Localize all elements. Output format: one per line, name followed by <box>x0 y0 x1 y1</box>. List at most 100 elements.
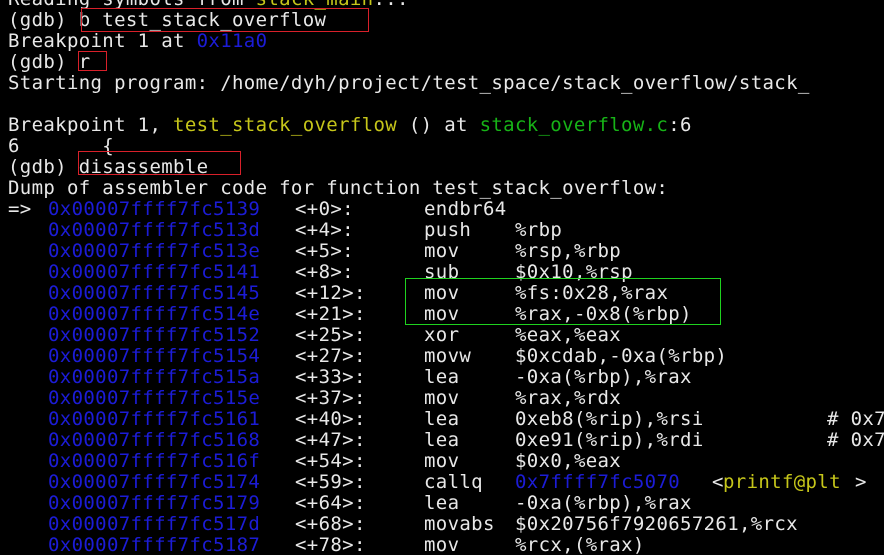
asm-mnemonic: xor <box>424 324 460 346</box>
asm-operands: %eax,%eax <box>515 324 622 346</box>
asm-row: => 0x00007ffff7fc5139 <+0>: endbr64 <box>0 199 884 220</box>
asm-mnemonic: mov <box>424 387 460 409</box>
asm-offset: <+5>: <box>295 240 354 262</box>
terminal-text: stack_overflow.c <box>479 114 669 136</box>
asm-operands: $0x0,%eax <box>515 450 622 472</box>
asm-address: 0x00007ffff7fc5152 <box>48 324 261 346</box>
asm-address: 0x00007ffff7fc5139 <box>48 198 261 220</box>
asm-row: 0x00007ffff7fc513e <+5>: mov %rsp,%rbp <box>0 241 884 262</box>
terminal-text: (gdb) <box>8 9 79 31</box>
asm-mnemonic: endbr64 <box>424 198 507 220</box>
call-symbol-close: > <box>855 471 867 493</box>
asm-address: 0x00007ffff7fc5141 <box>48 261 261 283</box>
asm-row: 0x00007ffff7fc5161 <+40>: lea 0xeb8(%rip),%… <box>0 409 884 430</box>
asm-address: 0x00007ffff7fc5187 <box>48 534 261 555</box>
asm-row: 0x00007ffff7fc515e <+37>: mov %rax,%rdx <box>0 388 884 409</box>
asm-operands: %rbp <box>515 219 563 241</box>
asm-mnemonic: movabs <box>424 513 495 535</box>
asm-offset: <+33>: <box>295 366 366 388</box>
asm-offset: <+40>: <box>295 408 366 430</box>
asm-offset: <+68>: <box>295 513 366 535</box>
terminal-line: Starting program: /home/dyh/project/test… <box>8 73 810 94</box>
asm-operands: 0xeb8(%rip),%rsi <box>515 408 704 430</box>
asm-operands: %rsp,%rbp <box>515 240 622 262</box>
asm-address: 0x00007ffff7fc5168 <box>48 429 261 451</box>
call-target-symbol: printf@plt <box>723 471 841 493</box>
call-target-address: 0x7ffff7fc5070 <box>515 471 681 493</box>
asm-operands: 0xe91(%rip),%rdi <box>515 429 704 451</box>
terminal-text: (gdb) <box>8 51 79 73</box>
gdb-terminal[interactable]: Reading symbols from stack_main...(gdb) … <box>0 0 884 555</box>
asm-address: 0x00007ffff7fc515e <box>48 387 261 409</box>
asm-mnemonic: lea <box>424 429 460 451</box>
asm-operands: $0x20756f7920657261,%rcx <box>515 513 798 535</box>
asm-mnemonic: lea <box>424 408 460 430</box>
asm-address: 0x00007ffff7fc515a <box>48 366 261 388</box>
asm-row: 0x00007ffff7fc5179 <+64>: lea -0xa(%rbp),%r… <box>0 493 884 514</box>
terminal-text: () at <box>397 114 480 136</box>
asm-offset: <+0>: <box>295 198 354 220</box>
asm-address: 0x00007ffff7fc517d <box>48 513 261 535</box>
asm-address: 0x00007ffff7fc513e <box>48 240 261 262</box>
asm-address: 0x00007ffff7fc513d <box>48 219 261 241</box>
asm-row: 0x00007ffff7fc5187 <+78>: mov %rcx,(%rax) <box>0 535 884 555</box>
terminal-line: Breakpoint 1 at 0x11a0 <box>8 31 267 52</box>
asm-row: 0x00007ffff7fc516f <+54>: mov $0x0,%eax <box>0 451 884 472</box>
terminal-text: Dump of assembler code for function test… <box>8 177 669 199</box>
terminal-text: Starting program: /home/dyh/project/test… <box>8 72 810 94</box>
asm-address: 0x00007ffff7fc5174 <box>48 471 261 493</box>
asm-offset: <+12>: <box>295 282 366 304</box>
asm-mnemonic: lea <box>424 492 460 514</box>
asm-address: 0x00007ffff7fc5145 <box>48 282 261 304</box>
terminal-line: Dump of assembler code for function test… <box>8 178 668 199</box>
asm-mnemonic: mov <box>424 534 460 555</box>
highlight-run-command <box>78 51 107 71</box>
asm-offset: <+59>: <box>295 471 366 493</box>
asm-row: 0x00007ffff7fc515a <+33>: lea -0xa(%rbp),%r… <box>0 367 884 388</box>
asm-offset: <+54>: <box>295 450 366 472</box>
asm-mnemonic: lea <box>424 366 460 388</box>
terminal-text: (gdb) <box>8 156 79 178</box>
asm-operands: $0xcdab,-0xa(%rbp) <box>515 345 728 367</box>
terminal-text: test_stack_overflow <box>173 114 398 136</box>
asm-row: 0x00007ffff7fc5168 <+47>: lea 0xe91(%rip),%… <box>0 430 884 451</box>
asm-offset: <+27>: <box>295 345 366 367</box>
asm-operands: %rcx,(%rax) <box>515 534 645 555</box>
asm-mnemonic: mov <box>424 450 460 472</box>
asm-offset: <+37>: <box>295 387 366 409</box>
asm-address: 0x00007ffff7fc5179 <box>48 492 261 514</box>
terminal-text: Breakpoint 1, <box>8 114 174 136</box>
asm-comment: # 0x7 <box>827 429 884 451</box>
asm-comment: # 0x7 <box>827 408 884 430</box>
highlight-break-command <box>81 8 369 32</box>
asm-operands: %rax,%rdx <box>515 387 622 409</box>
asm-row: 0x00007ffff7fc5174 <+59>: callq 0x7ffff7fc5… <box>0 472 884 493</box>
asm-offset: <+47>: <box>295 429 366 451</box>
asm-offset: <+64>: <box>295 492 366 514</box>
asm-address: 0x00007ffff7fc5161 <box>48 408 261 430</box>
terminal-text: :6 <box>668 114 692 136</box>
terminal-line: Breakpoint 1, test_stack_overflow () at … <box>8 115 692 136</box>
asm-row: 0x00007ffff7fc5154 <+27>: movw $0xcdab,-0xa… <box>0 346 884 367</box>
highlight-disassemble-command <box>78 151 241 175</box>
asm-offset: <+4>: <box>295 219 354 241</box>
asm-offset: <+25>: <box>295 324 366 346</box>
asm-mnemonic: callq <box>424 471 483 493</box>
asm-operands: -0xa(%rbp),%rax <box>515 366 692 388</box>
asm-offset: <+21>: <box>295 303 366 325</box>
asm-row: 0x00007ffff7fc513d <+4>: push %rbp <box>0 220 884 241</box>
asm-mnemonic: movw <box>424 345 472 367</box>
terminal-text: Breakpoint 1 at <box>8 30 197 52</box>
asm-row: 0x00007ffff7fc517d <+68>: movabs $0x20756f7… <box>0 514 884 535</box>
terminal-text: 0x11a0 <box>196 30 268 52</box>
asm-mnemonic: mov <box>424 240 460 262</box>
asm-address: 0x00007ffff7fc516f <box>48 450 261 472</box>
current-instruction-marker: => <box>8 198 32 220</box>
highlight-stack-canary-instructions <box>405 278 721 325</box>
asm-address: 0x00007ffff7fc514e <box>48 303 261 325</box>
asm-row: 0x00007ffff7fc5152 <+25>: xor %eax,%eax <box>0 325 884 346</box>
asm-operands: -0xa(%rbp),%rax <box>515 492 692 514</box>
asm-mnemonic: push <box>424 219 472 241</box>
asm-offset: <+78>: <box>295 534 366 555</box>
asm-offset: <+8>: <box>295 261 354 283</box>
